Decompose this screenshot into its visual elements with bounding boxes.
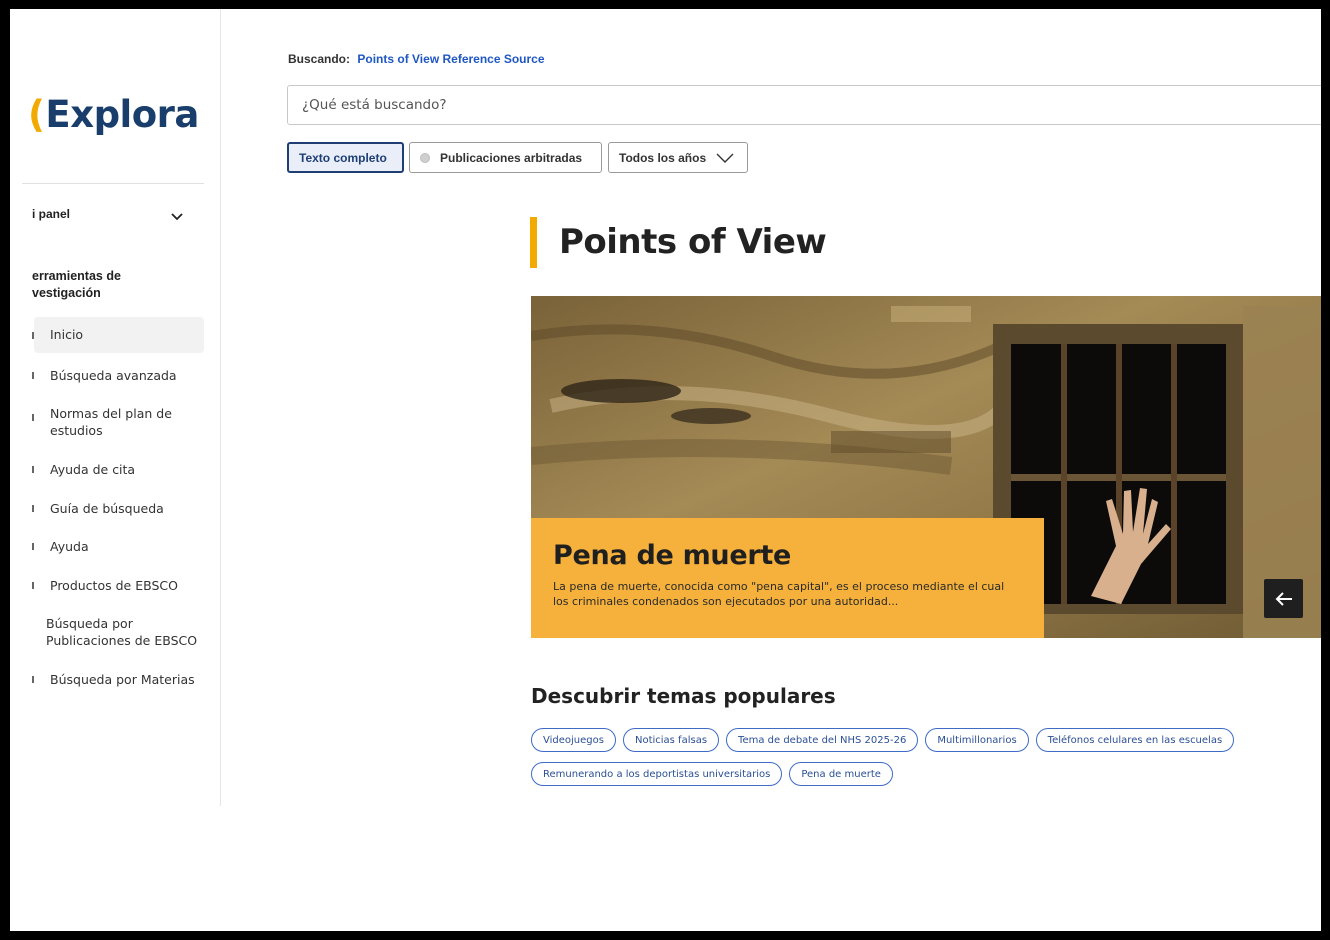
sidebar-item-advanced-search[interactable]: Búsqueda avanzada	[32, 367, 202, 384]
topic-chip[interactable]: Remunerando a los deportistas universita…	[531, 762, 783, 786]
page-title: Points of View	[530, 217, 827, 268]
filter-label: Publicaciones arbitradas	[440, 150, 583, 165]
sidebar-item-label: Ayuda de cita	[50, 462, 136, 477]
chevron-down-icon	[171, 213, 183, 221]
topic-chip[interactable]: Tema de debate del NHS 2025-26	[726, 728, 919, 752]
sidebar-item-ebsco-products[interactable]: Productos de EBSCO	[32, 577, 202, 594]
panel-toggle[interactable]: i panel	[32, 207, 192, 227]
sidebar-item-publications-search[interactable]: Búsqueda por Publicaciones de EBSCO	[30, 615, 198, 649]
popular-topics: Videojuegos Noticias falsas Tema de debate…	[531, 728, 1321, 796]
products-icon	[32, 582, 34, 589]
filter-label: Todos los años	[619, 150, 707, 165]
source-link[interactable]: Points of View Reference Source	[357, 52, 544, 66]
hero-description: La pena de muerte, conocida como "pena c…	[553, 580, 1005, 608]
years-dropdown[interactable]: Todos los años	[608, 142, 748, 173]
subjects-icon	[32, 676, 34, 683]
sidebar-item-label: Normas del plan de estudios	[50, 406, 172, 438]
full-text-filter[interactable]: Texto completo	[287, 142, 404, 173]
search-input[interactable]	[287, 85, 1321, 125]
peer-reviewed-filter[interactable]: Publicaciones arbitradas	[409, 142, 602, 173]
divider	[22, 183, 204, 184]
research-tools-heading: erramientas de vestigación	[32, 268, 202, 302]
sidebar-item-label: Búsqueda avanzada	[50, 368, 177, 383]
searching-source: Buscando: Points of View Reference Sourc…	[288, 52, 545, 66]
sidebar-item-label: Búsqueda por Materias	[50, 672, 195, 687]
sidebar-item-label: Guía de búsqueda	[50, 501, 164, 516]
sidebar-item-citation-help[interactable]: Ayuda de cita	[32, 461, 202, 478]
popular-topics-heading: Descubrir temas populares	[531, 684, 836, 708]
sidebar-item-inicio[interactable]: Inicio	[32, 317, 204, 353]
searching-label: Buscando:	[288, 52, 351, 66]
sidebar-item-label: Productos de EBSCO	[50, 578, 178, 593]
chevron-down-icon	[716, 153, 734, 163]
topics-row: Remunerando a los deportistas universita…	[531, 762, 1321, 786]
hero-title[interactable]: Pena de muerte	[553, 540, 1024, 571]
filter-label: Texto completo	[299, 150, 387, 165]
logo-mark-icon: (	[28, 93, 45, 136]
topic-chip[interactable]: Teléfonos celulares en las escuelas	[1035, 728, 1235, 752]
sidebar-item-help[interactable]: Ayuda	[32, 538, 202, 555]
sidebar-item-search-guide[interactable]: Guía de búsqueda	[32, 500, 202, 517]
topic-chip[interactable]: Videojuegos	[531, 728, 616, 752]
advanced-search-icon	[32, 372, 34, 379]
guide-icon	[32, 505, 34, 512]
topic-chip[interactable]: Pena de muerte	[789, 762, 893, 786]
hero-carousel[interactable]: Pena de muerte La pena de muerte, conoci…	[531, 296, 1321, 638]
app-window: (Explora i panel erramientas de vestigac…	[10, 9, 1321, 931]
toggle-icon	[420, 152, 430, 163]
standards-icon	[32, 414, 34, 421]
sidebar-item-subjects-search[interactable]: Búsqueda por Materias	[32, 671, 202, 688]
home-icon	[32, 332, 34, 339]
carousel-prev-button[interactable]	[1264, 579, 1303, 618]
heading-line: vestigación	[32, 286, 101, 300]
topic-chip[interactable]: Noticias falsas	[622, 728, 720, 752]
arrow-left-icon	[1275, 591, 1292, 606]
sidebar-item-label: Ayuda	[50, 539, 89, 554]
explora-logo[interactable]: (Explora	[28, 93, 199, 136]
sidebar: (Explora i panel erramientas de vestigac…	[10, 9, 221, 806]
hero-card[interactable]: Pena de muerte La pena de muerte, conoci…	[531, 518, 1044, 638]
sidebar-item-label: Inicio	[50, 327, 84, 342]
topics-row: Videojuegos Noticias falsas Tema de debate…	[531, 728, 1321, 752]
sidebar-item-label: Búsqueda por Publicaciones de EBSCO	[46, 616, 198, 648]
sidebar-item-curriculum-standards[interactable]: Normas del plan de estudios	[32, 405, 184, 439]
help-icon	[32, 543, 34, 550]
heading-line: erramientas de	[32, 269, 121, 283]
panel-label: i panel	[32, 207, 71, 221]
topic-chip[interactable]: Multimillonarios	[925, 728, 1029, 752]
citation-icon	[32, 466, 34, 473]
logo-text: Explora	[45, 93, 199, 136]
